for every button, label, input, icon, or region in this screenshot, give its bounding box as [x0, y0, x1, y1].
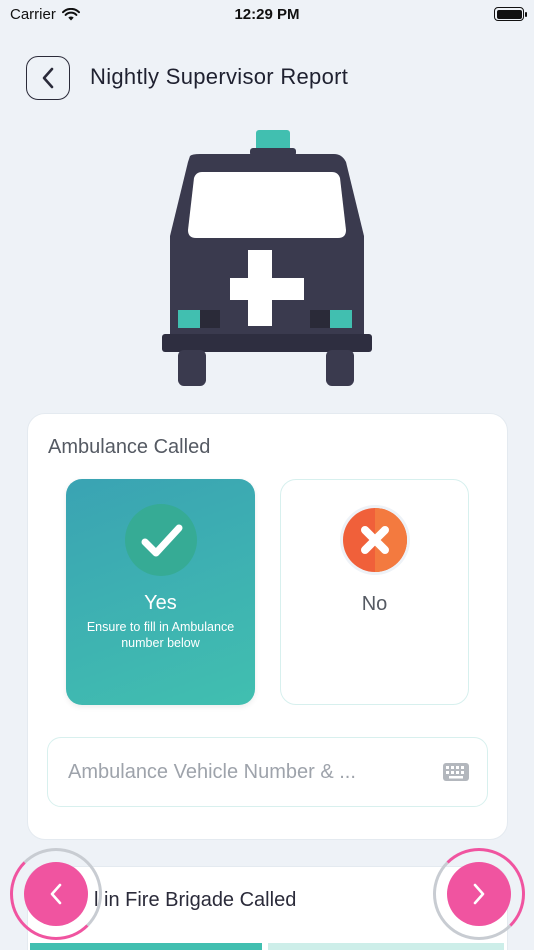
- battery-icon: [494, 7, 527, 21]
- ambulance-illustration: [162, 130, 372, 386]
- previous-button[interactable]: [24, 862, 88, 926]
- yes-note: Ensure to fill in Ambulance number below: [86, 620, 235, 650]
- no-label: No: [361, 593, 388, 615]
- yes-option-button[interactable]: Yes Ensure to fill in Ambulance number b…: [66, 479, 255, 705]
- vehicle-input-placeholder: Ambulance Vehicle Number & ...: [68, 761, 356, 783]
- ambulance-called-card: Ambulance Called Yes Ensure to fill in A…: [27, 413, 508, 840]
- chevron-left-icon: [50, 883, 62, 905]
- option-stripe: [30, 943, 262, 950]
- back-chevron-icon: [42, 67, 54, 89]
- status-bar: Carrier 12:29 PM: [0, 0, 534, 30]
- status-time: 12:29 PM: [234, 6, 300, 23]
- page-title: Nightly Supervisor Report: [90, 64, 349, 89]
- keyboard-icon[interactable]: [443, 763, 469, 781]
- check-icon: [125, 504, 197, 576]
- no-option-button[interactable]: No: [280, 479, 469, 705]
- fire-brigade-title: l in Fire Brigade Called: [94, 889, 297, 911]
- ambulance-vehicle-number-input[interactable]: Ambulance Vehicle Number & ...: [47, 737, 488, 807]
- next-button[interactable]: [447, 862, 511, 926]
- back-button[interactable]: [26, 56, 70, 100]
- card-title: Ambulance Called: [48, 436, 211, 458]
- option-stripe: [268, 943, 504, 950]
- x-icon: [340, 505, 410, 575]
- yes-label: Yes: [144, 592, 177, 614]
- chevron-right-icon: [473, 883, 485, 905]
